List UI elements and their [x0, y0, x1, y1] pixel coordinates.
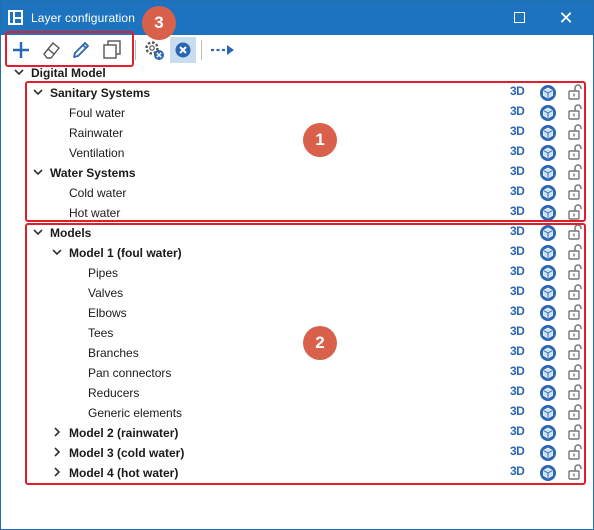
window-title: Layer configuration: [31, 11, 135, 25]
tree-label: Digital Model: [31, 66, 106, 80]
close-icon: ✕: [558, 8, 574, 28]
cancel-button[interactable]: [170, 37, 196, 63]
toolbar-separator-2: [201, 40, 202, 60]
chevron-down-icon[interactable]: [12, 65, 26, 79]
move-button[interactable]: [208, 37, 238, 63]
gear-x-icon: [145, 41, 164, 60]
callout-badge-3: 3: [142, 6, 176, 40]
maximize-icon: [513, 12, 525, 24]
app-icon: [8, 10, 23, 25]
callout-box-1: [25, 81, 586, 222]
dashed-arrow-icon: [211, 45, 234, 55]
toolbar-separator: [135, 40, 136, 60]
close-button[interactable]: ✕: [546, 1, 586, 35]
callout-box-2: [25, 223, 586, 485]
title-bar: Layer configuration ✕: [1, 1, 593, 35]
settings-button[interactable]: [141, 37, 167, 63]
callout-badge-2: 2: [303, 326, 337, 360]
callout-badge-1: 1: [303, 123, 337, 157]
layer-configuration-window: Layer configuration ✕ Digital Model Sani…: [0, 0, 594, 530]
x-circle-icon: [175, 42, 191, 58]
callout-box-3: [5, 31, 134, 67]
maximize-button[interactable]: [499, 1, 539, 35]
